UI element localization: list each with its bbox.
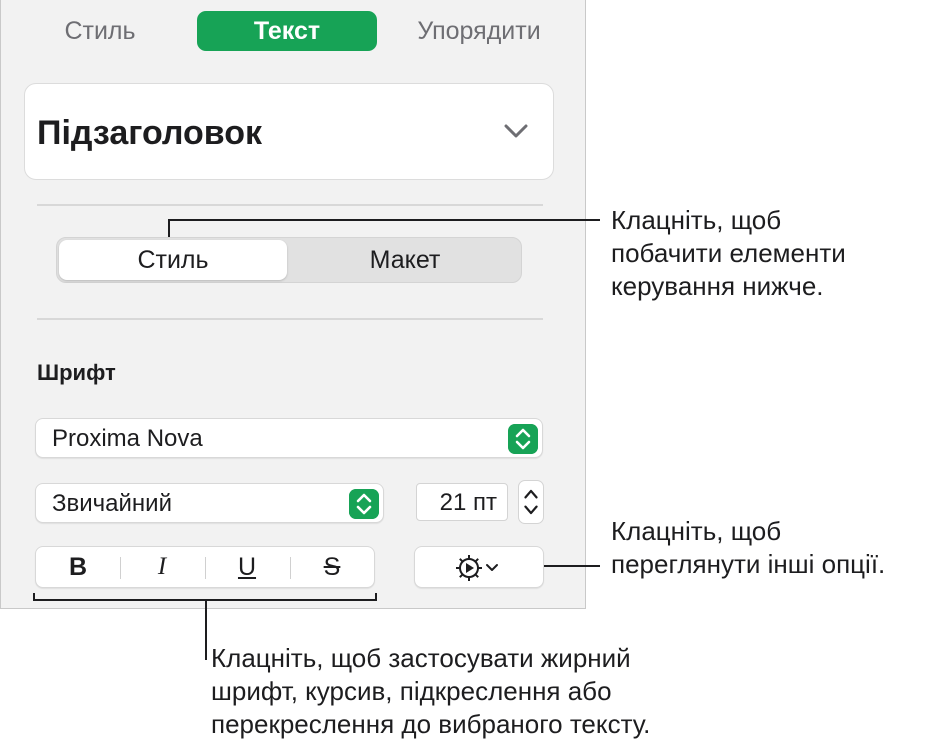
callout-lines <box>33 219 600 660</box>
callout-format: Клацніть, щоб застосувати жирний шрифт, … <box>211 643 651 739</box>
callout-gear: Клацніть, щоб переглянути інші опції. <box>611 516 886 579</box>
callout-segment: Клацніть, щоб побачити елементи керуванн… <box>611 205 846 301</box>
